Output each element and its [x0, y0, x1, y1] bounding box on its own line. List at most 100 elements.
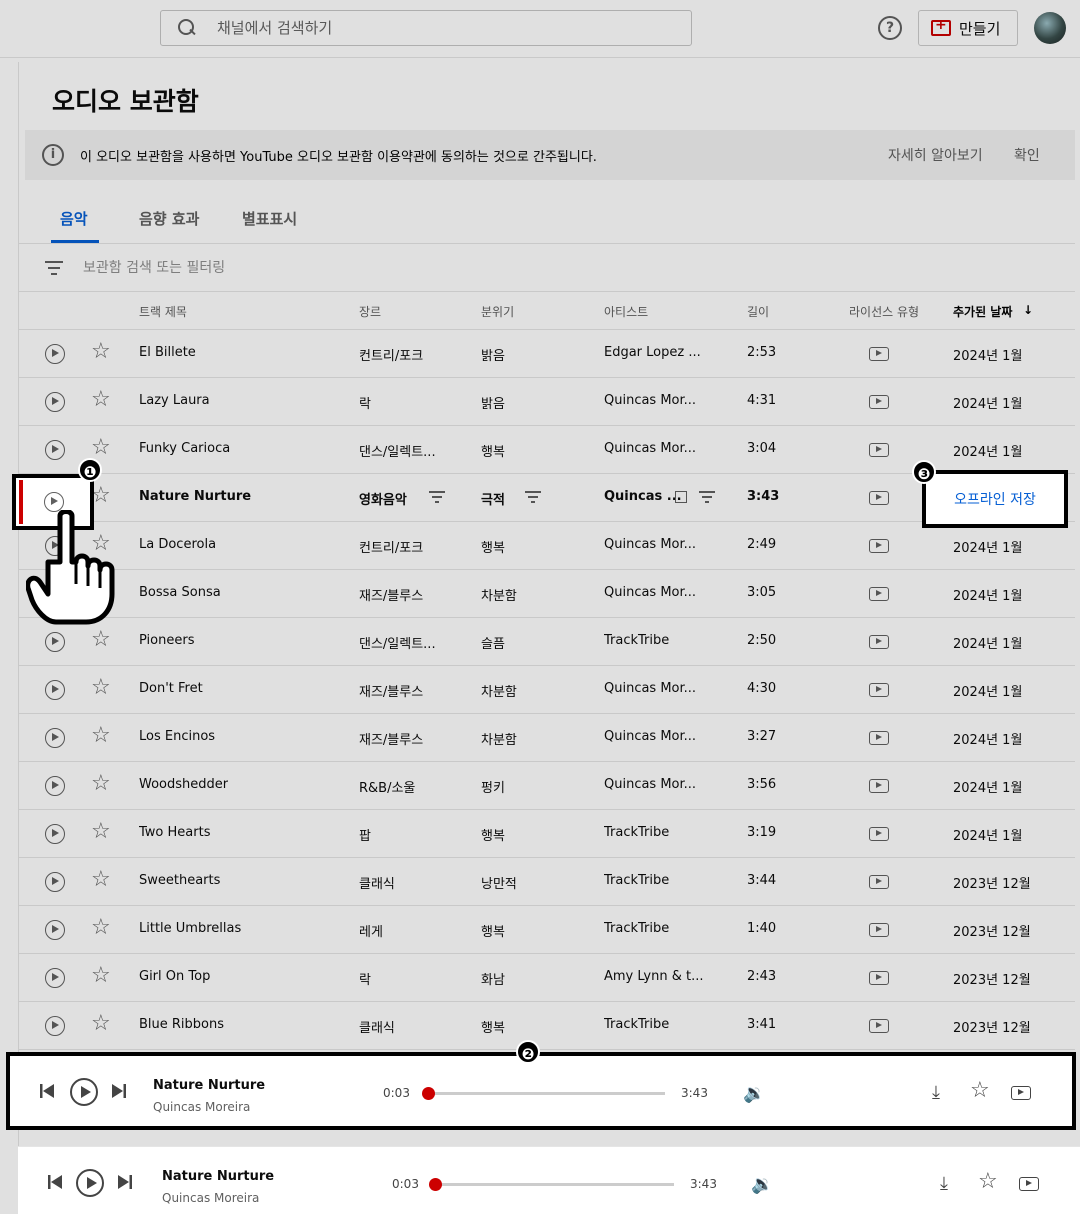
now-playing-indicator	[19, 480, 23, 524]
track-row[interactable]: ☆ Sweethearts 클래식 낭만적 TrackTribe 3:44 2023년 12…	[19, 858, 1075, 906]
next-track-icon[interactable]	[112, 1084, 126, 1098]
play-icon[interactable]	[45, 824, 65, 844]
star-icon[interactable]: ☆	[978, 1169, 998, 1194]
track-length: 3:19	[747, 825, 777, 840]
star-icon[interactable]: ☆	[91, 773, 111, 795]
channel-search[interactable]	[160, 10, 692, 46]
track-row[interactable]: ☆ Blue Ribbons 클래식 행복 TrackTribe 3:41 2023년 12…	[19, 1002, 1075, 1050]
play-icon[interactable]	[45, 872, 65, 892]
previous-track-icon[interactable]	[40, 1084, 54, 1098]
play-icon[interactable]	[45, 440, 65, 460]
youtube-icon[interactable]	[1019, 1177, 1039, 1191]
filter-similar-icon[interactable]	[525, 491, 541, 503]
track-row[interactable]: ☆ Los Encinos 재즈/블루스 차분함 Quincas Mor... 3:27 2…	[19, 714, 1075, 762]
star-icon[interactable]: ☆	[91, 917, 111, 939]
play-icon[interactable]	[45, 680, 65, 700]
track-title: El Billete	[139, 345, 196, 360]
star-icon[interactable]: ☆	[91, 725, 111, 747]
youtube-license-icon	[869, 395, 889, 409]
track-row[interactable]: ☆ La Docerola 컨트리/포크 행복 Quincas Mor... 2:49 20…	[19, 522, 1075, 570]
play-icon[interactable]	[45, 920, 65, 940]
create-video-icon	[931, 17, 951, 36]
tab-music[interactable]: 음악	[60, 208, 88, 229]
track-date: 2023년 12월	[953, 925, 1031, 940]
youtube-icon[interactable]	[1011, 1086, 1031, 1100]
play-icon[interactable]	[44, 492, 64, 512]
filter-similar-icon[interactable]	[429, 491, 445, 503]
track-genre: R&B/소울	[359, 781, 416, 796]
col-license[interactable]: 라이선스 유형	[849, 303, 919, 320]
previous-track-icon[interactable]	[48, 1175, 62, 1189]
col-title[interactable]: 트랙 제목	[139, 303, 187, 320]
play-pause-button[interactable]	[70, 1078, 98, 1106]
track-row[interactable]: ☆ El Billete 컨트리/포크 밝음 Edgar Lopez ... 2:53 20…	[19, 330, 1075, 378]
next-track-icon[interactable]	[118, 1175, 132, 1189]
play-icon[interactable]	[45, 632, 65, 652]
track-row[interactable]: ☆ Pioneers 댄스/일렉트... 슬픔 TrackTribe 2:50 2024년 …	[19, 618, 1075, 666]
col-genre[interactable]: 장르	[359, 303, 381, 320]
track-row[interactable]: ☆ Little Umbrellas 레게 행복 TrackTribe 1:40 2023년…	[19, 906, 1075, 954]
volume-icon[interactable]: 🔉	[751, 1174, 773, 1195]
save-offline-button[interactable]: 오프라인 저장	[922, 470, 1068, 528]
play-icon[interactable]	[45, 968, 65, 988]
filter-input[interactable]	[83, 259, 483, 276]
col-mood[interactable]: 분위기	[481, 303, 514, 320]
star-icon[interactable]: ☆	[91, 437, 111, 459]
play-pause-button[interactable]	[76, 1169, 104, 1197]
star-icon[interactable]: ☆	[91, 389, 111, 411]
confirm-button[interactable]: 확인	[1014, 145, 1040, 165]
track-row[interactable]: ☆ Lazy Laura 락 밝음 Quincas Mor... 4:31 2024년 1월	[19, 378, 1075, 426]
play-icon[interactable]	[45, 392, 65, 412]
track-length: 3:27	[747, 729, 777, 744]
star-icon[interactable]: ☆	[91, 677, 111, 699]
volume-icon[interactable]: 🔉	[743, 1083, 765, 1104]
star-icon[interactable]: ☆	[970, 1078, 990, 1103]
play-icon[interactable]	[45, 776, 65, 796]
learn-more-link[interactable]: 자세히 알아보기	[888, 145, 983, 165]
star-icon[interactable]: ☆	[91, 629, 111, 651]
filter-similar-icon[interactable]	[699, 491, 715, 503]
player-current-time: 0:03	[383, 1086, 410, 1100]
play-icon[interactable]	[45, 1016, 65, 1036]
track-list: ☆ El Billete 컨트리/포크 밝음 Edgar Lopez ... 2:53 20…	[19, 330, 1075, 1050]
star-icon[interactable]: ☆	[91, 1013, 111, 1035]
track-row[interactable]: ☆ Girl On Top 락 화남 Amy Lynn & t... 2:43 2023년 …	[19, 954, 1075, 1002]
track-row[interactable]: ☆ Woodshedder R&B/소울 펑키 Quincas Mor... 3:56 20…	[19, 762, 1075, 810]
track-title: Girl On Top	[139, 969, 211, 984]
star-icon[interactable]: ☆	[91, 821, 111, 843]
progress-knob[interactable]	[422, 1087, 436, 1100]
track-length: 3:05	[747, 585, 777, 600]
track-genre: 락	[359, 973, 371, 988]
col-date[interactable]: 추가된 날짜	[953, 303, 1012, 320]
youtube-license-icon	[869, 923, 889, 937]
play-icon[interactable]	[45, 728, 65, 748]
track-genre: 영화음악	[359, 493, 407, 508]
track-title: Two Hearts	[139, 825, 211, 840]
track-genre: 재즈/블루스	[359, 589, 424, 604]
help-icon[interactable]: ?	[878, 16, 902, 40]
star-icon[interactable]: ☆	[91, 341, 111, 363]
progress-track[interactable]	[432, 1183, 674, 1186]
terms-notice: i 이 오디오 보관함을 사용하면 YouTube 오디오 보관함 이용약관에 …	[25, 130, 1075, 180]
star-icon[interactable]: ☆	[91, 869, 111, 891]
track-row[interactable]: ☆Bossa Sonsa재즈/블루스차분함Quincas Mor...3:052…	[19, 570, 1075, 618]
info-icon: i	[42, 144, 64, 166]
col-length[interactable]: 길이	[747, 303, 769, 320]
col-artist[interactable]: 아티스트	[604, 303, 648, 320]
progress-knob[interactable]	[429, 1178, 443, 1191]
track-row[interactable]: ☆ Two Hearts 팝 행복 TrackTribe 3:19 2024년 1월	[19, 810, 1075, 858]
external-link-icon[interactable]	[675, 491, 687, 503]
track-row[interactable]: ☆ Don't Fret 재즈/블루스 차분함 Quincas Mor... 4:30 20…	[19, 666, 1075, 714]
play-icon[interactable]	[45, 344, 65, 364]
search-input[interactable]	[217, 19, 657, 37]
create-button[interactable]: 만들기	[918, 10, 1018, 46]
filter-icon[interactable]	[45, 260, 63, 275]
download-icon[interactable]: ⤓	[932, 1082, 940, 1103]
track-date: 2024년 1월	[953, 829, 1023, 844]
tab-sound-effects[interactable]: 음향 효과	[139, 208, 199, 229]
tab-starred[interactable]: 별표표시	[242, 208, 297, 229]
avatar[interactable]	[1034, 12, 1066, 44]
download-icon[interactable]: ⤓	[940, 1173, 948, 1194]
star-icon[interactable]: ☆	[91, 965, 111, 987]
progress-track[interactable]	[425, 1092, 665, 1095]
